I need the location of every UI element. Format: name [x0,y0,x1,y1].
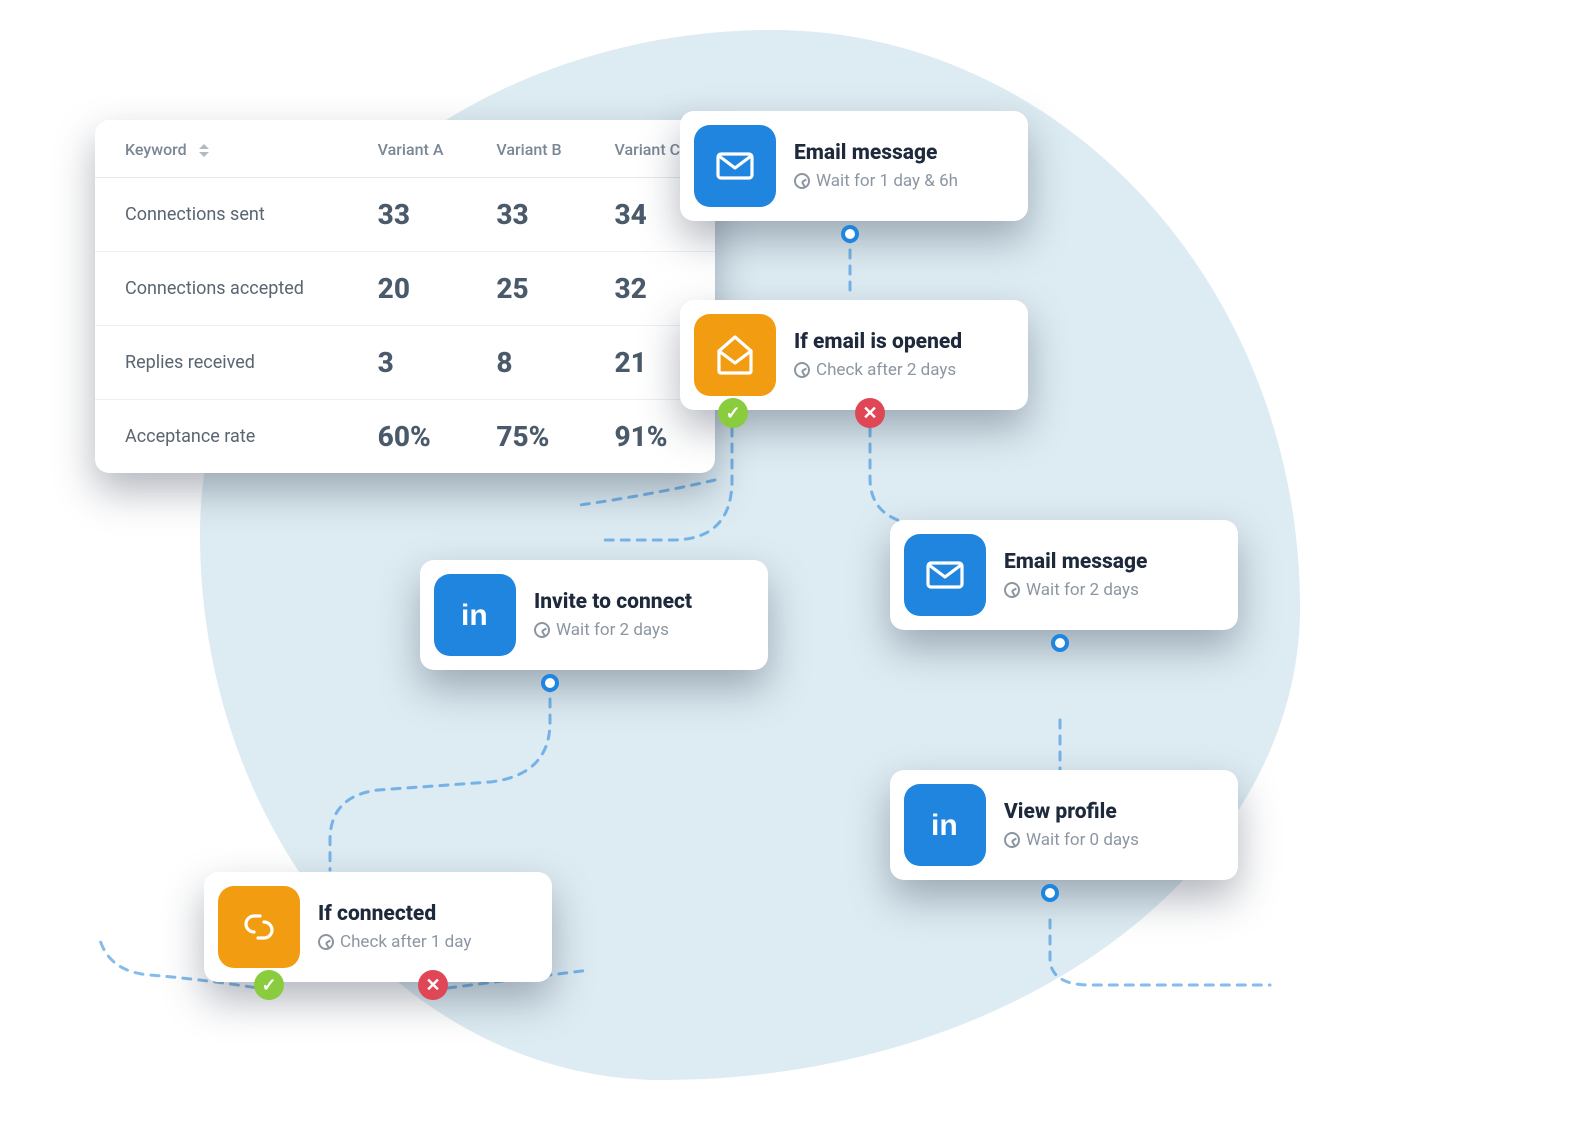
port-dot [541,674,559,692]
node-sub: Check after 1 day [318,932,471,952]
col-variant-a: Variant A [360,120,479,178]
value-a: 20 [360,252,479,326]
col-keyword-label: Keyword [125,140,187,159]
table-row: Connections accepted202532 [95,252,715,326]
envelope-open-icon [694,314,776,396]
node-view-profile[interactable]: in View profile Wait for 0 days [890,770,1238,880]
col-variant-b: Variant B [478,120,596,178]
node-title: View profile [1004,800,1139,824]
node-sub: Wait for 1 day & 6h [794,171,958,191]
link-icon [218,886,300,968]
svg-text:in: in [931,809,958,842]
value-c: 91% [596,400,715,474]
sort-icon[interactable] [199,144,209,157]
clock-icon [318,934,334,950]
linkedin-icon: in [434,574,516,656]
port-dot [1041,884,1059,902]
diagram-canvas: Keyword Variant A Variant B Variant C Co… [0,0,1575,1121]
variant-stats-table: Keyword Variant A Variant B Variant C Co… [95,120,715,473]
envelope-icon [694,125,776,207]
node-sub: Wait for 0 days [1004,830,1139,850]
node-email-message-2[interactable]: Email message Wait for 2 days [890,520,1238,630]
node-title: Email message [794,141,958,165]
row-label: Connections accepted [95,252,360,326]
node-if-email-opened[interactable]: If email is opened Check after 2 days [680,300,1028,410]
node-title: Email message [1004,550,1147,574]
branch-yes-badge: ✓ [718,398,748,428]
value-a: 60% [360,400,479,474]
node-title: If connected [318,902,471,926]
port-dot [841,225,859,243]
branch-yes-badge: ✓ [254,970,284,1000]
node-if-connected[interactable]: If connected Check after 1 day [204,872,552,982]
svg-text:in: in [461,599,488,632]
value-b: 8 [478,326,596,400]
envelope-icon [904,534,986,616]
node-email-message-1[interactable]: Email message Wait for 1 day & 6h [680,111,1028,221]
table-row: Connections sent333334 [95,178,715,252]
clock-icon [534,622,550,638]
clock-icon [794,362,810,378]
node-title: Invite to connect [534,590,692,614]
branch-no-badge: ✕ [855,398,885,428]
port-dot [1051,634,1069,652]
node-invite-to-connect[interactable]: in Invite to connect Wait for 2 days [420,560,768,670]
value-b: 33 [478,178,596,252]
row-label: Acceptance rate [95,400,360,474]
node-sub: Wait for 2 days [1004,580,1147,600]
node-title: If email is opened [794,330,962,354]
value-a: 33 [360,178,479,252]
clock-icon [794,173,810,189]
clock-icon [1004,832,1020,848]
table-row: Acceptance rate60%75%91% [95,400,715,474]
value-a: 3 [360,326,479,400]
branch-no-badge: ✕ [418,970,448,1000]
value-b: 25 [478,252,596,326]
linkedin-icon: in [904,784,986,866]
col-keyword[interactable]: Keyword [95,120,360,178]
node-sub: Wait for 2 days [534,620,692,640]
table-row: Replies received3821 [95,326,715,400]
stats-table: Keyword Variant A Variant B Variant C Co… [95,120,715,473]
node-sub: Check after 2 days [794,360,962,380]
row-label: Connections sent [95,178,360,252]
value-b: 75% [478,400,596,474]
clock-icon [1004,582,1020,598]
row-label: Replies received [95,326,360,400]
